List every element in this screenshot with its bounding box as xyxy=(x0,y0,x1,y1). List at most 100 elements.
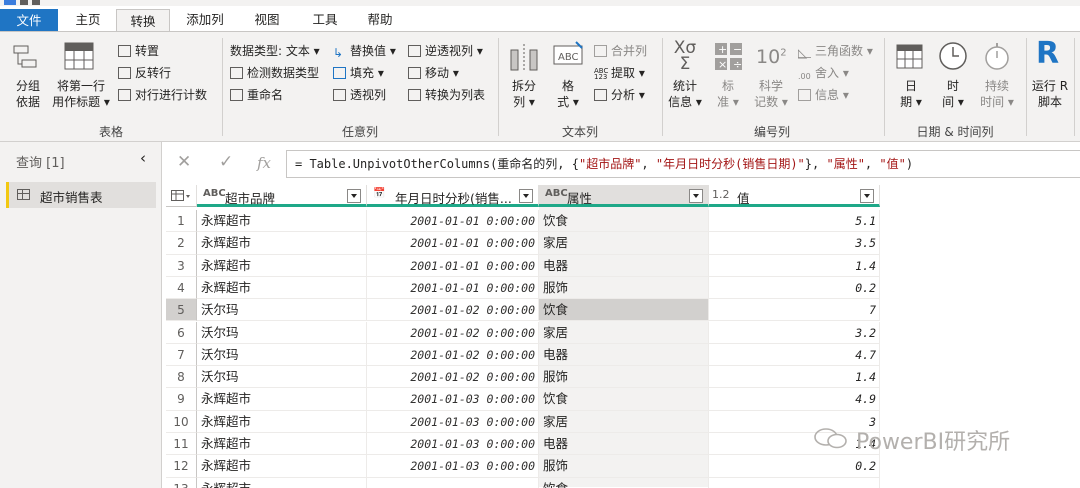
replace-values-button[interactable]: ↳ 替换值 ▾ xyxy=(333,42,396,60)
group-by-button[interactable]: 分组 依据 xyxy=(8,78,48,110)
cell-brand[interactable]: 沃尔玛 xyxy=(197,343,367,367)
cell-brand[interactable]: 永辉超市 xyxy=(197,433,367,456)
table-row[interactable]: 3 永辉超市 2001-01-01 0:00:00 电器 1.4 xyxy=(166,254,880,277)
filter-dropdown-icon[interactable] xyxy=(860,189,874,203)
cell-brand[interactable]: 永辉超市 xyxy=(197,276,367,300)
table-row[interactable]: 4 永辉超市 2001-01-01 0:00:00 服饰 0.2 xyxy=(166,276,880,300)
cell-attribute[interactable]: 服饰 xyxy=(539,366,709,389)
filter-dropdown-icon[interactable] xyxy=(347,189,361,203)
cell-value[interactable]: 1.4 xyxy=(709,254,880,277)
to-list-button[interactable]: 转换为列表 xyxy=(408,86,485,103)
rounding-button[interactable]: .00 舍入 ▾ xyxy=(798,64,849,84)
move-button[interactable]: 移动 ▾ xyxy=(408,64,459,81)
table-row[interactable]: 5 沃尔玛 2001-01-02 0:00:00 饮食 7 xyxy=(166,299,880,322)
cell-value[interactable]: 4.9 xyxy=(709,388,880,411)
row-number[interactable]: 7 xyxy=(166,343,197,367)
table-row[interactable]: 2 永辉超市 2001-01-01 0:00:00 家居 3.5 xyxy=(166,232,880,255)
scientific-button[interactable]: 科学 记数 ▾ xyxy=(750,78,792,110)
fill-button[interactable]: 填充 ▾ xyxy=(333,64,384,81)
cell-value[interactable]: 3 xyxy=(709,410,880,433)
extract-button[interactable]: ABC 123 提取 ▾ xyxy=(594,64,645,81)
column-header-brand[interactable]: ABC 超市品牌 xyxy=(197,185,367,207)
run-r-script-button[interactable]: 运行 R 脚本 xyxy=(1028,78,1072,110)
unpivot-button[interactable]: 逆透视列 ▾ xyxy=(408,42,483,59)
tab-home[interactable]: 主页 xyxy=(62,8,114,32)
cell-value[interactable]: 7 xyxy=(709,299,880,322)
undo-icon[interactable] xyxy=(32,0,40,5)
count-rows-button[interactable]: 对行进行计数 xyxy=(118,86,207,103)
cell-datetime[interactable] xyxy=(367,477,539,488)
table-row[interactable]: 11 永辉超市 2001-01-03 0:00:00 电器 1.4 xyxy=(166,433,880,456)
statistics-button[interactable]: 统计 信息 ▾ xyxy=(664,78,706,110)
table-row[interactable]: 13永辉超市 饮食 xyxy=(166,477,880,488)
column-header-datetime[interactable]: 📅 年月日时分秒(销售... xyxy=(367,185,539,207)
decimal-type-icon[interactable]: 1.2 xyxy=(712,188,730,201)
tab-add-column[interactable]: 添加列 xyxy=(176,8,234,32)
table-menu-button[interactable] xyxy=(166,185,197,207)
row-number[interactable]: 11 xyxy=(166,433,197,456)
cell-attribute[interactable]: 家居 xyxy=(539,410,709,433)
row-number[interactable]: 4 xyxy=(166,276,197,300)
cell-value[interactable]: 3.2 xyxy=(709,321,880,344)
cell-brand[interactable]: 永辉超市 xyxy=(197,455,367,478)
cell-brand[interactable]: 沃尔玛 xyxy=(197,321,367,344)
rename-button[interactable]: 重命名 xyxy=(230,86,283,103)
parse-button[interactable]: 分析 ▾ xyxy=(594,86,645,103)
cell-value[interactable]: 4.7 xyxy=(709,343,880,367)
column-header-value[interactable]: 1.2 值 xyxy=(709,185,880,207)
first-row-header-button[interactable]: 将第一行 用作标题 ▾ xyxy=(50,78,112,110)
column-header-attribute[interactable]: ABC 属性 xyxy=(539,185,709,207)
row-number[interactable]: 10 xyxy=(166,410,197,433)
date-button[interactable]: 日期 ▾ xyxy=(896,78,926,110)
cell-datetime[interactable]: 2001-01-01 0:00:00 xyxy=(367,254,539,277)
table-row[interactable]: 9 永辉超市 2001-01-03 0:00:00 饮食 4.9 xyxy=(166,388,880,411)
data-type-dropdown[interactable]: 数据类型: 文本 ▾ xyxy=(230,42,320,59)
cell-attribute[interactable]: 电器 xyxy=(539,254,709,277)
cell-datetime[interactable]: 2001-01-03 0:00:00 xyxy=(367,388,539,411)
tab-file[interactable]: 文件 xyxy=(0,9,58,32)
row-number[interactable]: 13 xyxy=(166,477,197,488)
row-number[interactable]: 12 xyxy=(166,455,197,478)
cell-attribute[interactable]: 服饰 xyxy=(539,455,709,478)
cancel-formula-icon[interactable]: ✕ xyxy=(177,152,191,172)
cell-value[interactable]: 1.4 xyxy=(709,433,880,456)
cell-attribute[interactable]: 饮食 xyxy=(539,388,709,411)
tab-tools[interactable]: 工具 xyxy=(298,8,352,32)
cell-brand[interactable]: 永辉超市 xyxy=(197,477,367,488)
cell-value[interactable]: 5.1 xyxy=(709,210,880,233)
cell-value[interactable] xyxy=(709,477,880,488)
cell-attribute[interactable]: 服饰 xyxy=(539,276,709,300)
row-number[interactable]: 6 xyxy=(166,321,197,344)
table-row[interactable]: 6 沃尔玛 2001-01-02 0:00:00 家居 3.2 xyxy=(166,321,880,344)
cell-brand[interactable]: 永辉超市 xyxy=(197,388,367,411)
tab-view[interactable]: 视图 xyxy=(240,8,294,32)
row-number[interactable]: 1 xyxy=(166,210,197,233)
cell-value[interactable]: 0.2 xyxy=(709,455,880,478)
cell-datetime[interactable]: 2001-01-02 0:00:00 xyxy=(367,343,539,367)
cell-datetime[interactable]: 2001-01-01 0:00:00 xyxy=(367,210,539,233)
text-type-icon[interactable]: ABC xyxy=(203,188,226,199)
info-button[interactable]: 信息 ▾ xyxy=(798,86,849,103)
cell-attribute[interactable]: 家居 xyxy=(539,321,709,344)
cell-brand[interactable]: 永辉超市 xyxy=(197,254,367,277)
cell-datetime[interactable]: 2001-01-02 0:00:00 xyxy=(367,299,539,322)
reverse-rows-button[interactable]: 反转行 xyxy=(118,64,171,81)
cell-datetime[interactable]: 2001-01-03 0:00:00 xyxy=(367,455,539,478)
transpose-button[interactable]: 转置 xyxy=(118,42,159,59)
cell-datetime[interactable]: 2001-01-03 0:00:00 xyxy=(367,410,539,433)
table-row[interactable]: 8 沃尔玛 2001-01-02 0:00:00 服饰 1.4 xyxy=(166,366,880,389)
cell-attribute[interactable]: 饮食 xyxy=(539,299,709,322)
cell-value[interactable]: 3.5 xyxy=(709,232,880,255)
row-number[interactable]: 5 xyxy=(166,299,197,322)
cell-datetime[interactable]: 2001-01-03 0:00:00 xyxy=(367,433,539,456)
split-column-button[interactable]: 拆分列 ▾ xyxy=(504,78,544,110)
cell-attribute[interactable]: 电器 xyxy=(539,433,709,456)
cell-datetime[interactable]: 2001-01-01 0:00:00 xyxy=(367,232,539,255)
cell-brand[interactable]: 沃尔玛 xyxy=(197,366,367,389)
table-row[interactable]: 7 沃尔玛 2001-01-02 0:00:00 电器 4.7 xyxy=(166,343,880,367)
standard-button[interactable]: 标准 ▾ xyxy=(712,78,744,110)
cell-value[interactable]: 0.2 xyxy=(709,276,880,300)
tab-help[interactable]: 帮助 xyxy=(356,8,404,32)
duration-button[interactable]: 持续 时间 ▾ xyxy=(976,78,1018,110)
table-row[interactable]: 10 永辉超市 2001-01-03 0:00:00 家居 3 xyxy=(166,410,880,433)
